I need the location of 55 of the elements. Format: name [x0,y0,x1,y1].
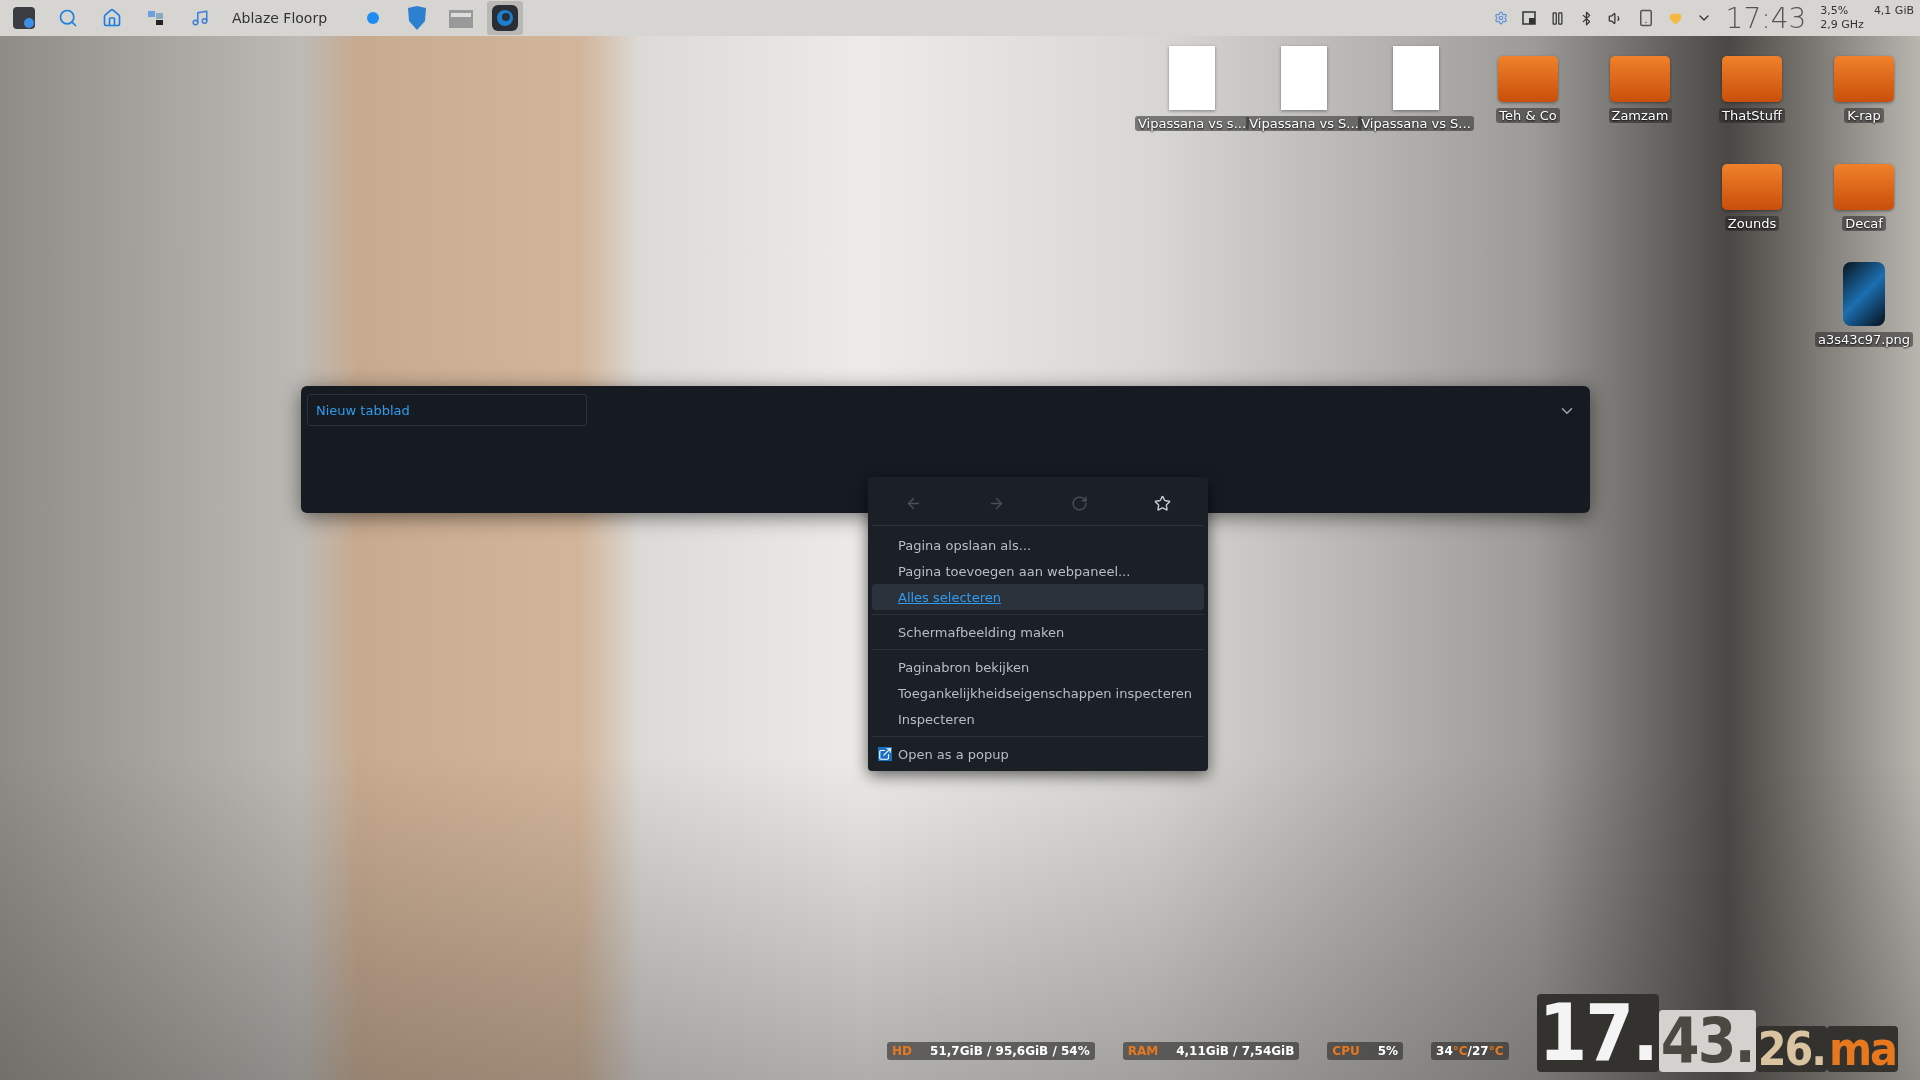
task-button[interactable] [487,1,524,35]
desktop-icon-label[interactable]: Zounds [1724,216,1780,231]
active-app-title: Ablaze Floorp [232,10,328,26]
clock[interactable]: 17:43 [1725,1,1807,35]
window-icon[interactable] [1521,11,1536,25]
desktop-icon-label[interactable]: Zamzam [1608,108,1672,123]
reload-icon [1071,494,1088,512]
desktop-icon-label[interactable]: Teh & Co [1496,108,1560,123]
desktop-icon-label[interactable]: Vipassana vs S... [1358,116,1474,131]
image-thumbnail [1843,262,1885,326]
menu-item[interactable]: Alles selecteren [872,584,1204,610]
app-launcher-icon [13,7,35,29]
popup-icon [878,747,892,761]
menu-item[interactable]: Pagina toevoegen aan webpaneel... [872,558,1204,584]
browser-tab[interactable]: Nieuw tabblad [307,394,587,426]
folder-icon [1834,56,1894,102]
stat-value: 5% [1377,1044,1399,1058]
temperature-reading: 34°C/27°C [1431,1042,1509,1060]
menu-item[interactable]: Pagina opslaan als... [872,532,1204,558]
file-manager-icon [448,7,475,29]
document-thumbnail [1169,46,1215,110]
folder-icon [1722,164,1782,210]
stat-label: CPU [1332,1044,1360,1058]
cpu-frequency: 2,9 GHz [1820,18,1864,32]
folder-icon [1834,164,1894,210]
desktop-icon-label[interactable]: a3s43c97.png [1814,332,1914,347]
stat-value: 4,11GiB / 7,54GiB [1176,1044,1295,1058]
folder-icon [1610,56,1670,102]
home-folder-icon [102,8,122,28]
menu-item[interactable]: Schermafbeelding maken [872,619,1204,645]
menu-item-label: Open as a popup [898,746,1009,762]
stat-label: RAM [1127,1044,1159,1058]
big-clock: 17.43.26.ma [1536,994,1898,1072]
desktop-icon-label[interactable]: Decaf [1842,216,1886,231]
menu-item[interactable]: Toegankelijkheidseigenschappen inspecteren [872,680,1204,706]
folder-icon [1722,56,1782,102]
windows-icon [147,9,165,27]
browser-icon [492,5,519,31]
stat-label: HD [892,1044,913,1058]
document-thumbnail [1393,46,1439,110]
bookmark-icon [1154,494,1171,512]
dot-icon [366,11,381,25]
music-icon [191,9,209,27]
folder-icon [1498,56,1558,102]
document-thumbnail [1281,46,1327,110]
menu-item[interactable]: Open as a popup [872,741,1204,767]
search-icon [58,8,78,28]
cpu-usage: 3,5% [1820,4,1850,18]
menu-item[interactable]: Inspecteren [872,706,1204,732]
memory-usage: 4,1 GiB [1873,4,1914,18]
desktop-icon-label[interactable]: ThatStuff [1719,108,1785,123]
menu-item[interactable]: Paginabron bekijken [872,654,1204,680]
stat-value: 51,7GiB / 95,6GiB / 54% [930,1044,1090,1058]
desktop-icon-label[interactable]: K-rap [1844,108,1884,123]
pause-icon[interactable] [1549,10,1565,26]
